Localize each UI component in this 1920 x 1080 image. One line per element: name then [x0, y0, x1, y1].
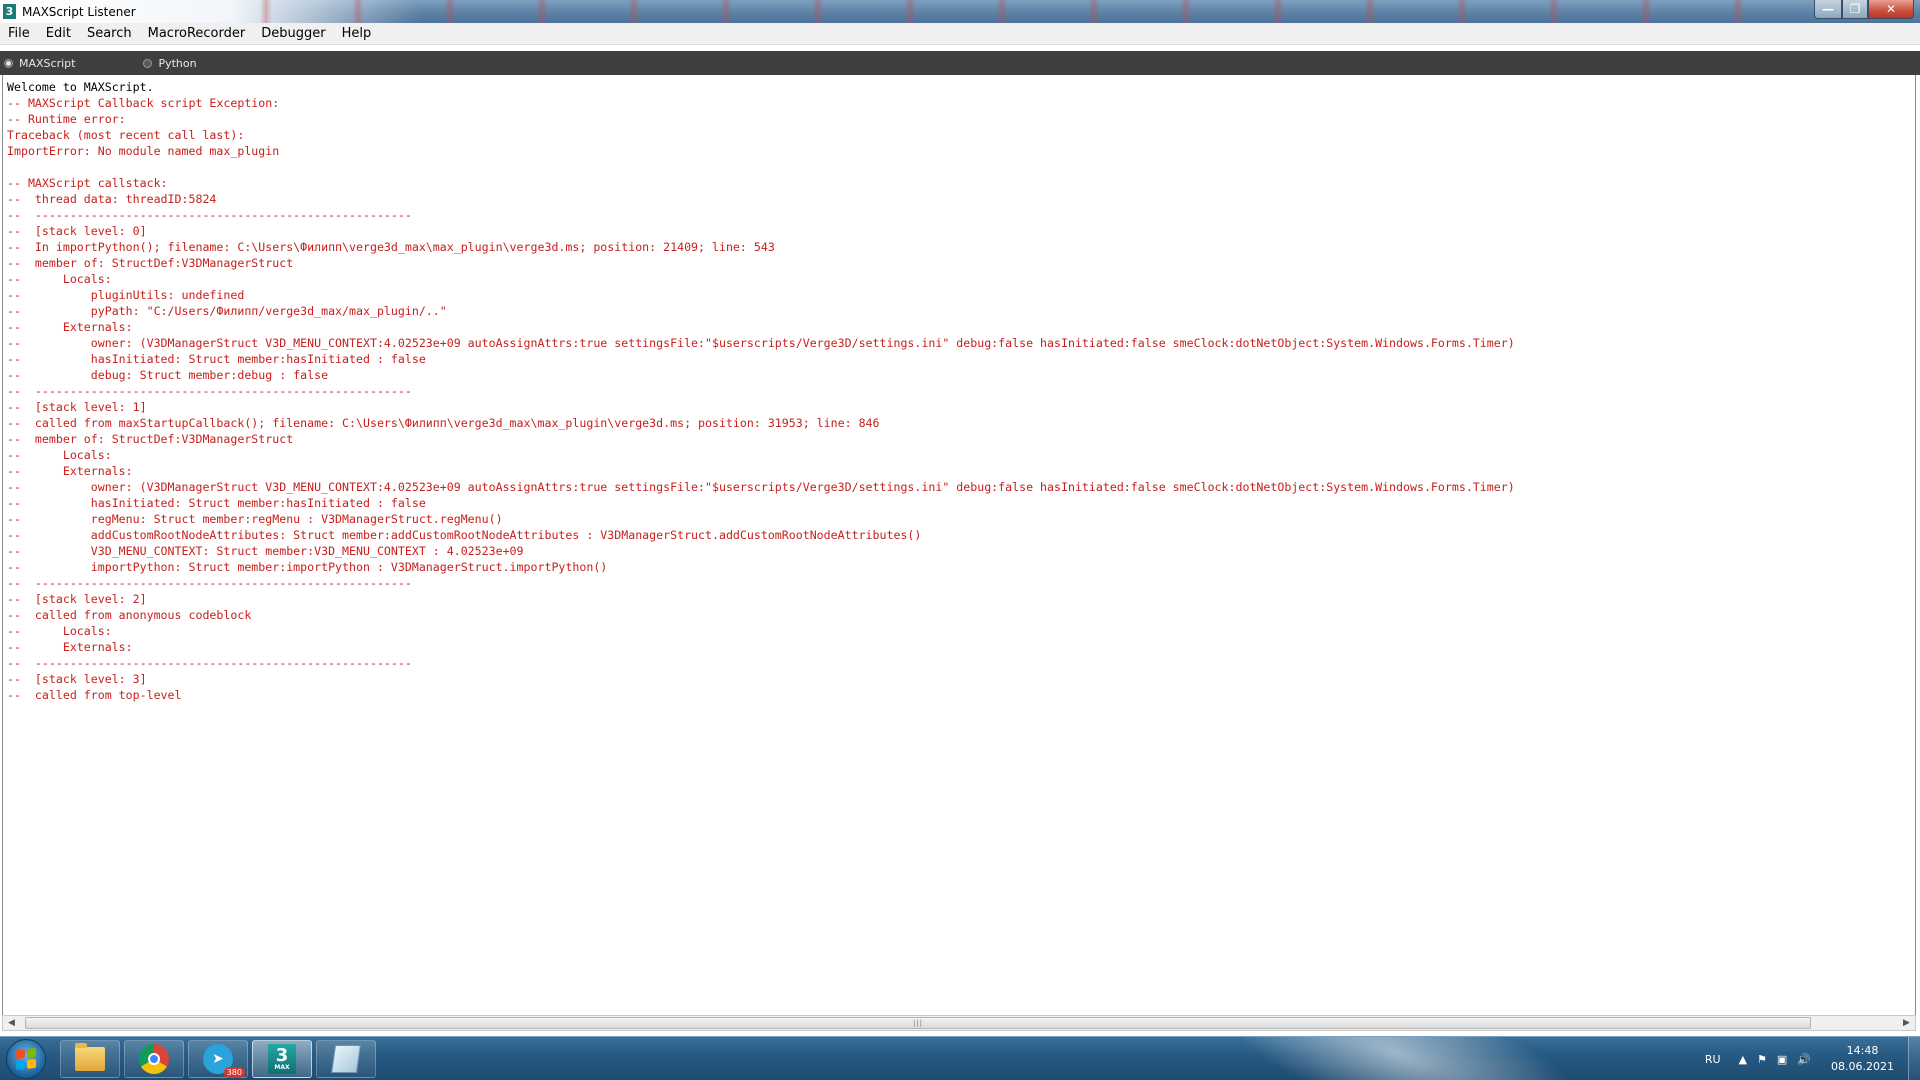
close-button[interactable]: ✕ — [1868, 0, 1914, 19]
listener-output[interactable]: Welcome to MAXScript. -- MAXScript Callb… — [2, 75, 1916, 1015]
grip-icon: ||| — [912, 1019, 924, 1027]
minimize-icon: — — [1822, 2, 1834, 16]
menu-edit[interactable]: Edit — [41, 26, 76, 41]
taskbar-telegram[interactable]: ➤ 380 — [188, 1040, 248, 1078]
taskbar-notepad[interactable] — [316, 1040, 376, 1078]
arrow-left-icon: ◀ — [8, 1018, 15, 1028]
scroll-thumb[interactable]: ||| — [25, 1017, 1811, 1029]
taskbar-3ds-max[interactable]: 3 MAX — [252, 1040, 312, 1078]
chrome-icon — [139, 1044, 169, 1074]
horizontal-scrollbar[interactable]: ◀ ||| ▶ — [2, 1015, 1916, 1031]
mode-python-label: Python — [158, 56, 197, 70]
menu-macrorecorder[interactable]: MacroRecorder — [143, 26, 251, 41]
menu-search[interactable]: Search — [82, 26, 137, 41]
taskbar-explorer[interactable] — [60, 1040, 120, 1078]
taskbar: ➤ 380 3 MAX RU ▲ ⚑ ▣ 🔊 14:48 08.06.2021 — [0, 1036, 1920, 1080]
show-desktop-button[interactable] — [1908, 1037, 1920, 1080]
clock[interactable]: 14:48 08.06.2021 — [1831, 1043, 1894, 1075]
max-icon-glyph: 3 — [275, 1045, 289, 1066]
folder-icon — [75, 1043, 105, 1071]
windows-logo-icon — [16, 1047, 36, 1071]
close-icon: ✕ — [1885, 2, 1897, 16]
welcome-message: Welcome to MAXScript. — [7, 80, 154, 94]
max-icon: 3 MAX — [268, 1044, 296, 1074]
clock-date: 08.06.2021 — [1831, 1060, 1894, 1073]
start-button[interactable] — [6, 1039, 46, 1079]
language-mode-bar: MAXScript Python — [0, 51, 1920, 75]
system-tray: RU ▲ ⚑ ▣ 🔊 14:48 08.06.2021 — [1705, 1037, 1920, 1080]
window-title: MAXScript Listener — [22, 4, 136, 19]
menu-file[interactable]: File — [3, 26, 35, 41]
volume-icon[interactable]: 🔊 — [1797, 1053, 1811, 1066]
notification-badge: 380 — [223, 1067, 245, 1078]
minimize-button[interactable]: — — [1814, 0, 1842, 19]
menu-bar: File Edit Search MacroRecorder Debugger … — [0, 23, 1920, 45]
max-icon-sub: MAX — [274, 1064, 290, 1071]
title-bar[interactable]: 3 MAXScript Listener — ❐ ✕ — [0, 0, 1920, 23]
notepad-icon — [331, 1045, 361, 1073]
flag-icon[interactable]: ⚑ — [1757, 1053, 1767, 1066]
mode-maxscript[interactable]: MAXScript — [4, 57, 75, 70]
restore-icon: ❐ — [1849, 2, 1861, 16]
mode-maxscript-label: MAXScript — [19, 56, 76, 70]
taskbar-chrome[interactable] — [124, 1040, 184, 1078]
mode-python[interactable]: Python — [143, 56, 197, 70]
clock-time: 14:48 — [1846, 1044, 1879, 1057]
show-hidden-icons-icon[interactable]: ▲ — [1739, 1053, 1747, 1066]
listener-text[interactable]: Welcome to MAXScript. -- MAXScript Callb… — [3, 75, 1915, 703]
telegram-icon: ➤ 380 — [203, 1044, 245, 1078]
menu-help[interactable]: Help — [337, 26, 377, 41]
window-controls: — ❐ ✕ — [1814, 0, 1914, 19]
error-output: -- MAXScript Callback script Exception: … — [7, 96, 1515, 702]
scroll-right-button[interactable]: ▶ — [1898, 1016, 1915, 1030]
language-indicator[interactable]: RU — [1705, 1053, 1721, 1066]
network-icon[interactable]: ▣ — [1777, 1053, 1787, 1066]
radio-unselected-icon[interactable] — [143, 58, 153, 68]
radio-selected-icon[interactable] — [4, 58, 13, 68]
arrow-right-icon: ▶ — [1903, 1018, 1910, 1028]
maximize-button[interactable]: ❐ — [1842, 0, 1868, 19]
app-icon[interactable]: 3 — [3, 4, 16, 19]
scroll-left-button[interactable]: ◀ — [3, 1016, 20, 1030]
menu-debugger[interactable]: Debugger — [256, 26, 330, 41]
